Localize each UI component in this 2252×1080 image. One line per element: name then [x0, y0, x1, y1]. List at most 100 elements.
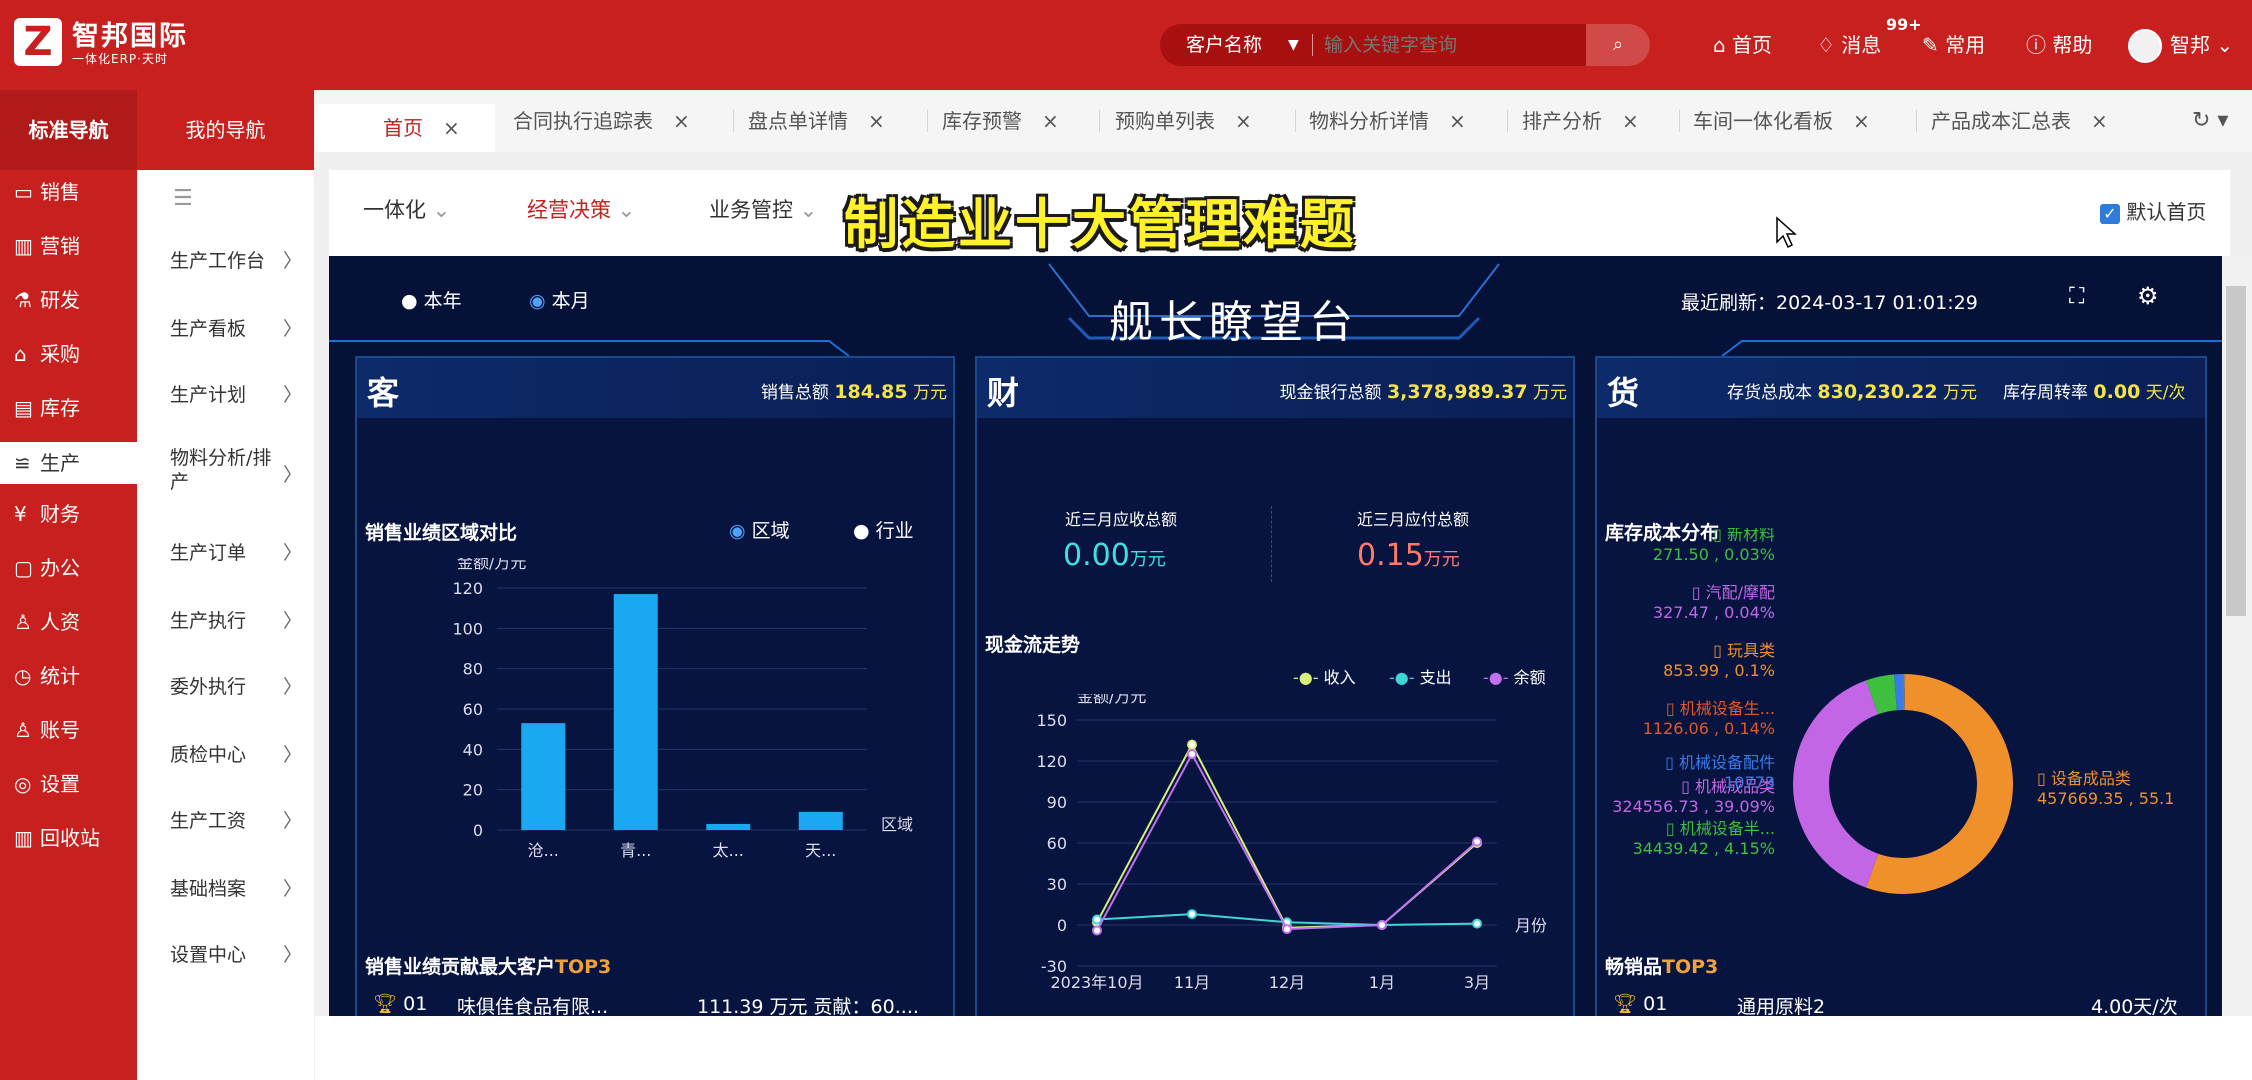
legend-dot-icon: -●-: [1389, 668, 1420, 687]
radio-industry[interactable]: ● 行业: [853, 516, 914, 543]
sub-item[interactable]: 生产执行〉: [170, 606, 310, 633]
tick-label: 150: [1036, 711, 1067, 730]
refresh-icon[interactable]: ↻ ▾: [2192, 90, 2228, 152]
avatar[interactable]: [2128, 29, 2162, 63]
sub-item[interactable]: 生产工资〉: [170, 806, 310, 833]
close-icon[interactable]: ×: [2091, 109, 2108, 133]
series-line: [1096, 742, 1478, 929]
section-tab[interactable]: 一体化 ⌄: [363, 194, 450, 224]
nav-common[interactable]: ✎ 常用: [1922, 0, 1985, 90]
close-icon[interactable]: ×: [673, 109, 690, 133]
search-icon[interactable]: ⌕: [1586, 24, 1650, 66]
gear-icon: ◎: [14, 772, 32, 796]
trophy-icon: 🏆︎: [373, 993, 404, 1015]
legend-income[interactable]: -●- 收入: [1293, 664, 1356, 688]
default-home-checkbox[interactable]: ✓ 默认首页: [2100, 196, 2206, 225]
trophy-icon: 🏆︎: [1613, 993, 1644, 1015]
tab[interactable]: 库存预警 ×: [942, 90, 1059, 152]
sub-item[interactable]: 设置中心〉: [170, 940, 310, 967]
line-chart: 金额/万元-3003060901201502023年10月 11月 12月 1月 3月月…: [1036, 694, 1547, 992]
tick-label: 60: [463, 700, 483, 719]
sidebar-item-office[interactable]: ▢ 办公: [0, 550, 137, 586]
cart-icon: ⌂: [14, 342, 27, 366]
close-icon[interactable]: ×: [443, 116, 460, 140]
legend-dot-icon: -●-: [1483, 668, 1514, 687]
sidebar-item-account[interactable]: ♙ 账号: [0, 712, 137, 748]
sidebar-item-inventory[interactable]: ▤ 库存: [0, 390, 137, 426]
radio-selected-icon: ◉: [729, 520, 752, 542]
close-icon[interactable]: ×: [1042, 109, 1059, 133]
sub-sidebar-header[interactable]: 我的导航: [137, 90, 314, 170]
radio-month[interactable]: ◉ 本月: [529, 286, 590, 313]
gear-icon[interactable]: ⚙: [2137, 282, 2159, 310]
sub-item[interactable]: 委外执行〉: [170, 672, 310, 699]
collapse-icon[interactable]: ☰: [173, 186, 193, 211]
tick-label: 30: [1047, 875, 1067, 894]
sidebar-item-settings[interactable]: ◎ 设置: [0, 766, 137, 802]
search-type-select[interactable]: 客户名称: [1186, 24, 1262, 66]
sidebar-item-rd[interactable]: ⚗ 研发: [0, 282, 137, 318]
tab-home[interactable]: 首页 ×: [315, 104, 495, 152]
tab[interactable]: 车间一体化看板 ×: [1693, 90, 1870, 152]
chevron-down-icon[interactable]: ▼: [1288, 24, 1299, 66]
top-product-row[interactable]: 🏆︎ 01: [1613, 992, 1667, 1015]
legend-expense[interactable]: -●- 支出: [1389, 664, 1452, 688]
sub-item[interactable]: 生产工作台〉: [170, 246, 310, 273]
people-icon: ♙: [14, 610, 32, 634]
sidebar-item-finance[interactable]: ¥ 财务: [0, 496, 137, 532]
fullscreen-icon[interactable]: ⛶: [2069, 284, 2084, 309]
close-icon[interactable]: ×: [1622, 109, 1639, 133]
sidebar-item-production[interactable]: ≌ 生产: [0, 442, 137, 484]
sub-item[interactable]: 生产订单〉: [170, 538, 310, 565]
nav-home[interactable]: ⌂ 首页: [1713, 0, 1772, 90]
tab[interactable]: 合同执行追踪表 ×: [513, 90, 690, 152]
sidebar-item-recycle[interactable]: ▥ 回收站: [0, 820, 137, 856]
tab[interactable]: 排产分析 ×: [1522, 90, 1639, 152]
x-tick-label: 1月: [1369, 973, 1395, 992]
sub-item[interactable]: 生产看板〉: [170, 314, 310, 341]
radio-region[interactable]: ◉ 区域: [729, 516, 790, 543]
tab[interactable]: 盘点单详情 ×: [748, 90, 885, 152]
home-icon: ⌂: [1713, 33, 1733, 57]
trend-title: 现金流走势: [985, 634, 1081, 656]
yen-icon: ¥: [14, 502, 27, 526]
sub-item[interactable]: 物料分析/排产: [170, 446, 280, 494]
sidebar-item-hr[interactable]: ♙ 人资: [0, 604, 137, 640]
radio-icon: ●: [401, 290, 424, 312]
sidebar-item-purchase[interactable]: ⌂ 采购: [0, 336, 137, 372]
close-icon[interactable]: ×: [1853, 109, 1870, 133]
help-icon: ⓘ: [2026, 33, 2053, 57]
sidebar-item-sales[interactable]: ▭ 销售: [0, 174, 137, 210]
user-menu[interactable]: 智邦 ⌄: [2170, 0, 2233, 90]
scrollbar[interactable]: [2222, 256, 2252, 1016]
chevron-down-icon: ⌄: [426, 198, 451, 222]
radio-year[interactable]: ● 本年: [401, 286, 462, 313]
legend-balance[interactable]: -●- 余额: [1483, 664, 1546, 688]
bar: [613, 594, 658, 830]
section-tab-active[interactable]: 经营决策 ⌄: [527, 194, 635, 224]
sub-item[interactable]: 生产计划〉: [170, 380, 310, 407]
slice-label: ▯ 设备成品类: [2037, 769, 2131, 788]
close-icon[interactable]: ×: [1235, 109, 1252, 133]
sidebar-item-stats[interactable]: ◷ 统计: [0, 658, 137, 694]
sidebar-header[interactable]: 标准导航: [0, 90, 137, 170]
tick-label: 90: [1047, 793, 1067, 812]
tab[interactable]: 预购单列表 ×: [1115, 90, 1252, 152]
close-icon[interactable]: ×: [1449, 109, 1466, 133]
slice-value: 10773: [1724, 773, 1775, 792]
bar: [706, 823, 751, 830]
slice-value: 34439.42 , 4.15%: [1633, 839, 1775, 858]
nav-messages[interactable]: ♢ 消息: [1817, 0, 1881, 90]
tab[interactable]: 物料分析详情 ×: [1309, 90, 1466, 152]
top-customer-row[interactable]: 🏆︎ 01: [373, 992, 427, 1015]
user-icon: ♙: [14, 718, 32, 742]
sidebar-item-marketing[interactable]: ▥ 营销: [0, 228, 137, 264]
close-icon[interactable]: ×: [868, 109, 885, 133]
scrollbar-thumb[interactable]: [2226, 286, 2246, 616]
sub-item[interactable]: 基础档案〉: [170, 874, 310, 901]
slice-value: 853.99 , 0.1%: [1663, 661, 1775, 680]
sub-item[interactable]: 质检中心〉: [170, 740, 310, 767]
tab[interactable]: 产品成本汇总表 ×: [1931, 90, 2108, 152]
nav-help[interactable]: ⓘ 帮助: [2026, 0, 2092, 90]
section-tab[interactable]: 业务管控 ⌄: [709, 194, 817, 224]
